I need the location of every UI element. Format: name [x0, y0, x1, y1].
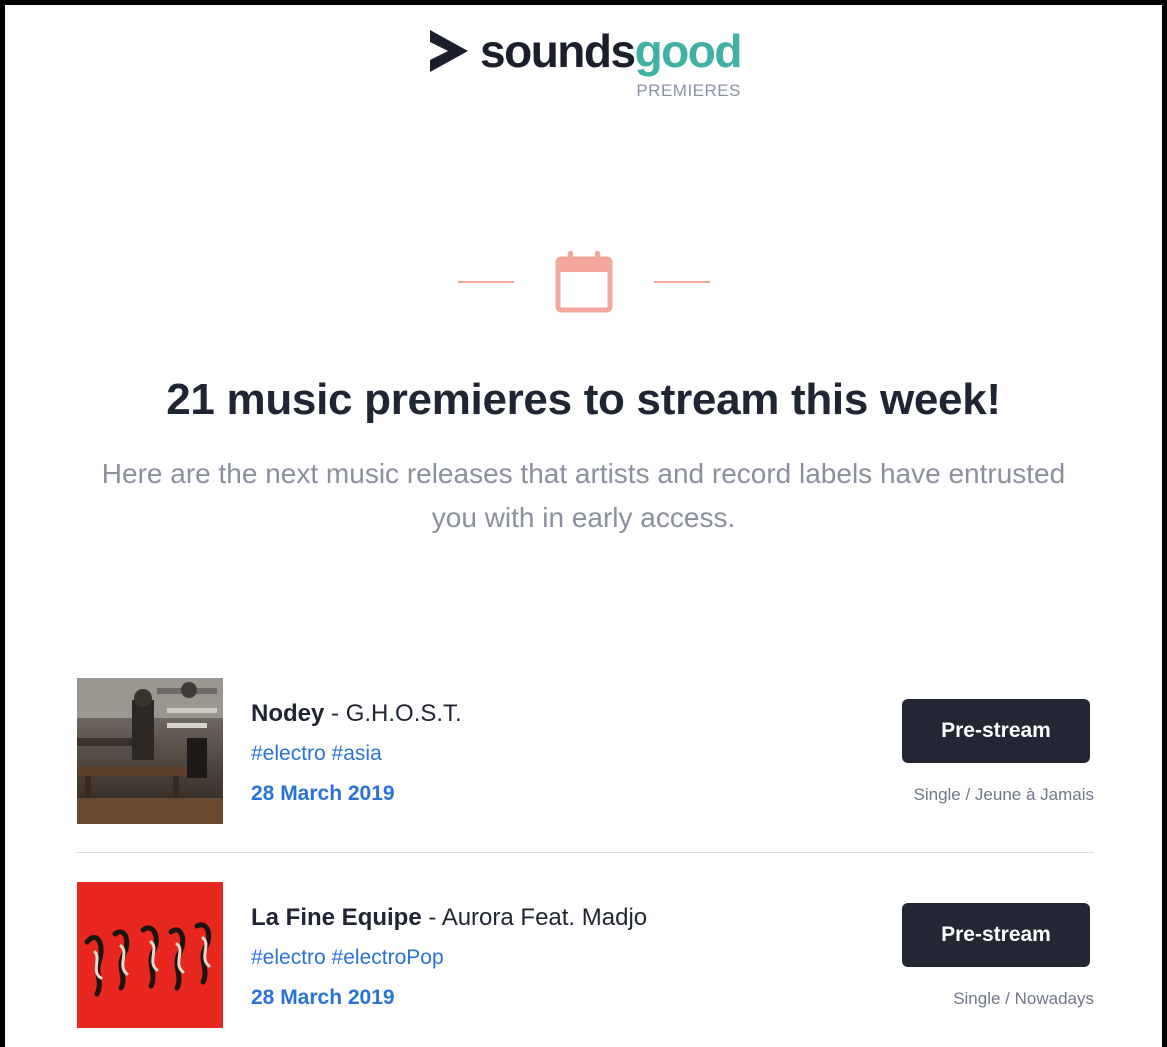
page-subline: Here are the next music releases that ar… [101, 458, 1066, 533]
release-date: 28 March 2019 [251, 986, 395, 1009]
release-artist[interactable]: La Fine Equipe [251, 904, 422, 931]
brand-logo[interactable]: soundsgood PREMIERES [0, 25, 1167, 100]
brand-subtitle: PREMIERES [636, 81, 741, 100]
release-tags[interactable]: #electro #asia [251, 742, 462, 766]
release-meta: Single / Jeune à Jamais [913, 785, 1095, 804]
play-logo-icon [430, 30, 469, 72]
divider-line-left [457, 281, 514, 283]
release-cover-image[interactable] [77, 882, 223, 1028]
brand-wordmark: soundsgood [480, 25, 742, 77]
release-track: G.H.O.S.T. [345, 700, 462, 727]
release-info: Nodey - G.H.O.S.T. #electro #asia 28 Mar… [251, 700, 462, 806]
release-title: Nodey - G.H.O.S.T. [251, 700, 462, 727]
calendar-icon [555, 251, 612, 313]
release-item: Nodey - G.H.O.S.T. #electro #asia 28 Mar… [77, 678, 1094, 824]
release-date: 28 March 2019 [251, 782, 395, 805]
studio-photo-image [77, 678, 223, 824]
release-track: Aurora Feat. Madjo [441, 904, 648, 931]
release-title: La Fine Equipe - Aurora Feat. Madjo [251, 904, 648, 931]
page-headline: 21 music premieres to stream this week! [166, 375, 1001, 424]
release-tags[interactable]: #electro #electroPop [251, 946, 647, 970]
calendar-divider [0, 250, 1167, 314]
red-dancers-image [77, 882, 223, 1028]
release-artist[interactable]: Nodey [251, 700, 324, 727]
release-item: La Fine Equipe - Aurora Feat. Madjo #ele… [77, 882, 1094, 1028]
release-meta: Single / Nowadays [953, 989, 1094, 1008]
pre-stream-button[interactable]: Pre-stream [902, 903, 1090, 967]
release-info: La Fine Equipe - Aurora Feat. Madjo #ele… [251, 904, 647, 1010]
divider-line-right [653, 281, 710, 283]
pre-stream-button[interactable]: Pre-stream [902, 699, 1090, 763]
release-cover-image[interactable] [77, 678, 223, 824]
item-divider [77, 852, 1094, 853]
